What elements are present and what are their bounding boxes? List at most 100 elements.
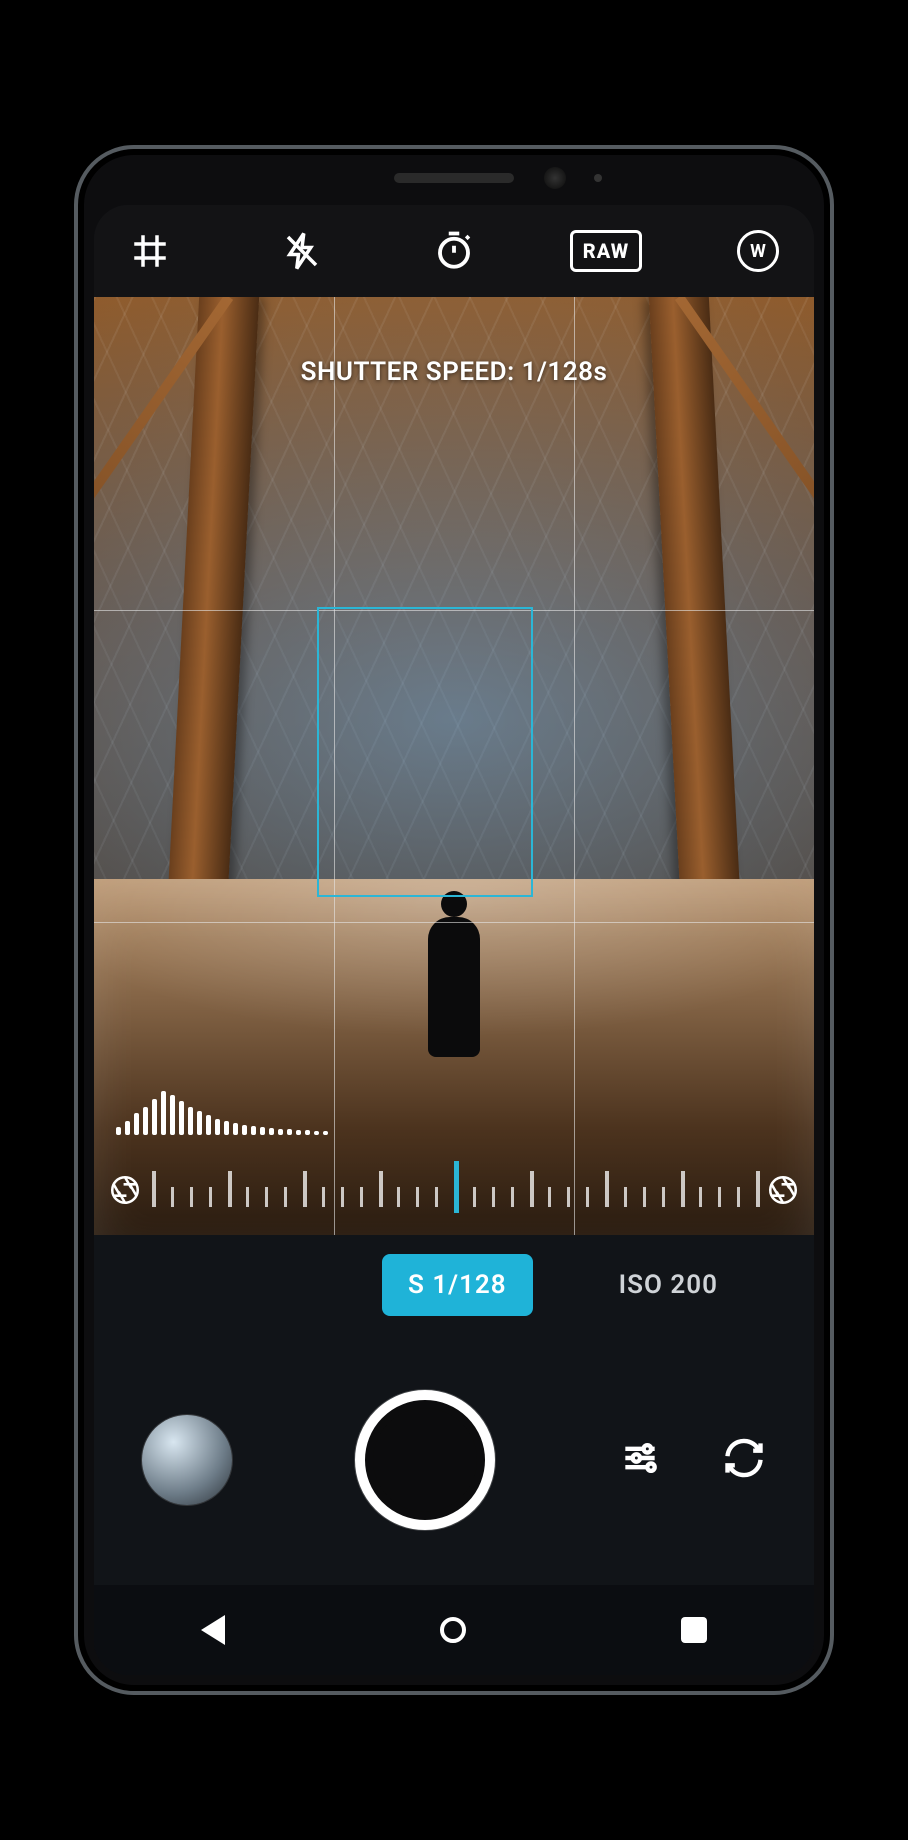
flash-off-icon — [281, 230, 323, 272]
slider-tick — [284, 1187, 287, 1207]
gallery-thumbnail[interactable] — [142, 1415, 232, 1505]
slider-tick — [360, 1187, 363, 1207]
grid-line — [94, 922, 814, 923]
preview-subject-person — [428, 917, 480, 1057]
slider-tick — [492, 1187, 495, 1207]
histogram-bar — [143, 1107, 148, 1135]
grid-line — [574, 297, 575, 1235]
slider-tick — [586, 1187, 589, 1207]
timer-button[interactable] — [424, 221, 484, 281]
slider-tick — [228, 1171, 232, 1207]
phone-frame: RAW W SHUTTER SPEED: 1/128s — [74, 145, 834, 1695]
slider-tick — [662, 1187, 665, 1207]
slider-tick — [643, 1187, 646, 1207]
histogram-bar — [152, 1099, 157, 1135]
android-navbar — [94, 1585, 814, 1675]
mode-ev[interactable]: EV + — [804, 1254, 814, 1316]
mode-strip[interactable]: S 1/128 ISO 200 EV + — [94, 1235, 814, 1335]
histogram-bar — [278, 1129, 283, 1135]
histogram-bar — [251, 1126, 256, 1135]
nav-recents-button[interactable] — [681, 1617, 707, 1643]
slider-tick — [416, 1187, 419, 1207]
white-balance-button[interactable]: W — [728, 221, 788, 281]
histogram-bar — [296, 1130, 301, 1135]
histogram-bar — [260, 1127, 265, 1135]
slider-tick — [246, 1187, 249, 1207]
histogram-bar — [233, 1123, 238, 1135]
slider-tick — [567, 1187, 570, 1207]
grid-icon — [129, 230, 171, 272]
histogram-bar — [287, 1129, 292, 1135]
exposure-slider[interactable] — [94, 1145, 814, 1235]
grid-toggle-button[interactable] — [120, 221, 180, 281]
sensor-dot — [594, 174, 602, 182]
speaker-grille — [394, 173, 514, 183]
histogram-bar — [116, 1127, 121, 1135]
slider-tick — [511, 1187, 514, 1207]
slider-tick — [171, 1187, 174, 1207]
slider-tick — [265, 1187, 268, 1207]
aperture-max-icon — [766, 1173, 800, 1207]
histogram-bar — [206, 1115, 211, 1135]
sliders-icon — [618, 1436, 662, 1480]
slider-tick — [379, 1171, 383, 1207]
histogram-bar — [179, 1101, 184, 1135]
slider-tick — [341, 1187, 344, 1207]
slider-tick — [699, 1187, 702, 1207]
slider-tick — [756, 1171, 760, 1207]
grid-line — [334, 297, 335, 1235]
grid-line — [94, 610, 814, 611]
nav-home-button[interactable] — [440, 1617, 466, 1643]
mode-shutter[interactable]: S 1/128 — [382, 1254, 533, 1316]
slider-tick — [681, 1171, 685, 1207]
slider-tick — [190, 1187, 193, 1207]
histogram-bar — [125, 1121, 130, 1135]
screen: RAW W SHUTTER SPEED: 1/128s — [94, 205, 814, 1675]
histogram-bar — [323, 1131, 328, 1135]
histogram-bar — [188, 1107, 193, 1135]
histogram — [116, 1083, 328, 1135]
raw-toggle-button[interactable]: RAW — [576, 221, 636, 281]
slider-tick — [718, 1187, 721, 1207]
slider-tick — [548, 1187, 551, 1207]
histogram-bar — [305, 1130, 310, 1135]
camera-top-toolbar: RAW W — [94, 205, 814, 297]
slider-tick — [322, 1187, 325, 1207]
slider-tick — [152, 1171, 156, 1207]
histogram-bar — [314, 1131, 319, 1135]
wb-icon: W — [737, 230, 779, 272]
slider-tick — [530, 1171, 534, 1207]
slider-ticks[interactable] — [152, 1163, 756, 1217]
histogram-bar — [134, 1113, 139, 1135]
histogram-bar — [161, 1091, 166, 1135]
shutter-button[interactable] — [355, 1390, 495, 1530]
bottom-bar — [94, 1335, 814, 1585]
histogram-bar — [197, 1111, 202, 1135]
histogram-bar — [242, 1125, 247, 1135]
aperture-min-icon — [108, 1173, 142, 1207]
raw-badge: RAW — [570, 230, 642, 272]
viewfinder[interactable]: SHUTTER SPEED: 1/128s — [94, 297, 814, 1235]
camera-switch-icon — [722, 1436, 766, 1480]
histogram-bar — [215, 1119, 220, 1135]
mode-iso[interactable]: ISO 200 — [593, 1254, 744, 1316]
nav-back-button[interactable] — [201, 1615, 225, 1645]
histogram-bar — [170, 1095, 175, 1135]
slider-tick — [737, 1187, 740, 1207]
histogram-bar — [269, 1128, 274, 1135]
slider-tick — [605, 1171, 609, 1207]
slider-tick — [303, 1171, 307, 1207]
slider-tick — [209, 1187, 212, 1207]
slider-tick — [454, 1161, 459, 1213]
timer-icon — [433, 230, 475, 272]
slider-tick — [435, 1187, 438, 1207]
slider-tick — [624, 1187, 627, 1207]
flash-toggle-button[interactable] — [272, 221, 332, 281]
adjustments-button[interactable] — [618, 1436, 662, 1484]
shutter-speed-overlay-label: SHUTTER SPEED: 1/128s — [94, 357, 814, 387]
switch-camera-button[interactable] — [722, 1436, 766, 1484]
slider-tick — [397, 1187, 400, 1207]
bottom-actions — [618, 1436, 766, 1484]
histogram-bar — [224, 1121, 229, 1135]
slider-tick — [473, 1187, 476, 1207]
